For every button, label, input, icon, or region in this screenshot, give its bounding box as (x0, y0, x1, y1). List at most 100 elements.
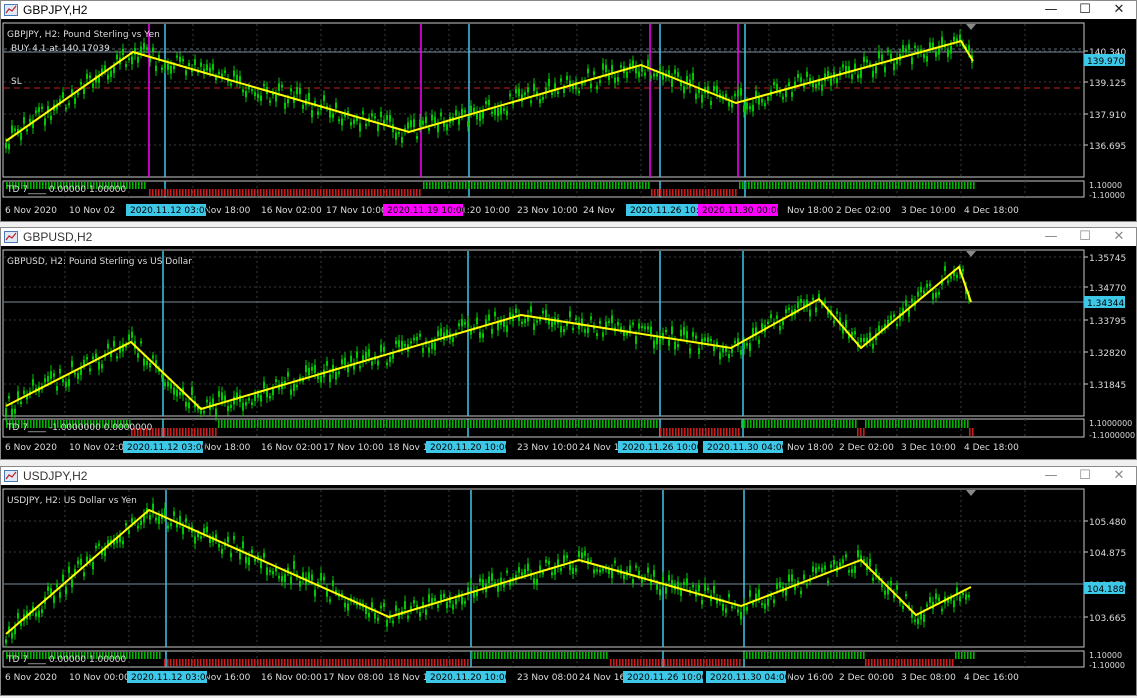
indicator-bar-down (649, 659, 651, 666)
indicator-bar-up (778, 182, 780, 189)
candle-body (311, 110, 313, 118)
titlebar[interactable]: GBPJPY,H2 — ☐ ✕ (1, 1, 1136, 19)
close-button[interactable]: ✕ (1102, 228, 1136, 246)
indicator-bar-up (629, 420, 631, 428)
candle-body (683, 86, 685, 94)
indicator-bar-down (176, 428, 178, 436)
candle-body (5, 408, 7, 416)
candle-body (638, 71, 640, 78)
indicator-bar-up (144, 182, 146, 189)
candle-body (542, 310, 544, 314)
indicator-bar-up (428, 420, 430, 428)
price-tick-label: 139.125 (1089, 79, 1126, 89)
indicator-bar-down (308, 189, 310, 196)
indicator-bar-up (144, 652, 146, 659)
indicator-bar-up (744, 420, 746, 428)
indicator-bar-down (254, 659, 256, 666)
indicator-bar-down (699, 189, 701, 196)
time-axis-label: 10 Nov 02:00 (69, 443, 130, 453)
candle-body (173, 65, 175, 70)
candle-body (92, 356, 94, 360)
indicator-bar-down (281, 189, 283, 196)
minimize-button[interactable]: — (1034, 467, 1068, 485)
candle-body (380, 344, 382, 352)
close-button[interactable]: ✕ (1102, 1, 1136, 19)
indicator-bar-up (832, 182, 834, 189)
candle-body (545, 309, 547, 318)
candle-body (776, 583, 778, 590)
indicator-bar-up (834, 420, 836, 428)
candle-body (164, 63, 166, 69)
candle-body (647, 326, 649, 330)
indicator-bar-down (275, 189, 277, 196)
candle-body (254, 558, 256, 562)
candle-body (716, 85, 718, 94)
indicator-bar-down (353, 659, 355, 666)
candle-body (203, 528, 205, 534)
candle-body (596, 569, 598, 572)
indicator-bar-up (254, 420, 256, 428)
maximize-button[interactable]: ☐ (1068, 228, 1102, 246)
candle-body (242, 541, 244, 549)
indicator-bar-up (747, 420, 749, 428)
indicator-bar-up (500, 420, 502, 428)
candle-body (83, 88, 85, 95)
indicator-bar-up (967, 182, 969, 189)
titlebar[interactable]: GBPUSD,H2 — ☐ ✕ (1, 228, 1136, 246)
candle-body (713, 85, 715, 91)
indicator-bar-up (892, 420, 894, 428)
indicator-bar-down (326, 189, 328, 196)
price-chart[interactable]: GBPUSD, H2: Pound Sterling vs US Dollar 1… (1, 248, 1136, 459)
maximize-button[interactable]: ☐ (1068, 1, 1102, 19)
indicator-bar-up (796, 182, 798, 189)
indicator-bar-down (860, 428, 862, 436)
candle-body (494, 311, 496, 317)
indicator-bar-up (742, 182, 744, 189)
price-chart[interactable]: SLGBPJPY, H2: Pound Sterling vs YenBUY 4… (1, 21, 1136, 221)
candle-body (881, 54, 883, 61)
candle-body (308, 367, 310, 376)
indicator-bar-up (617, 420, 619, 428)
candle-body (278, 83, 280, 91)
chart-window-gbpjpy[interactable]: GBPJPY,H2 — ☐ ✕ SL GBPJPY, H2: Pound Ster… (0, 0, 1137, 222)
indicator-bar-up (471, 652, 473, 659)
indicator-bar-down (377, 189, 379, 196)
candle-body (77, 373, 79, 380)
indicator-bar-down (690, 428, 692, 436)
candle-body (524, 319, 526, 323)
close-button[interactable]: ✕ (1102, 467, 1136, 485)
price-chart[interactable]: USDJPY, H2: US Dollar vs Yen105.480104.8… (1, 487, 1136, 695)
candle-body (668, 575, 670, 581)
candle-body (599, 569, 601, 573)
maximize-button[interactable]: ☐ (1068, 467, 1102, 485)
indicator-bar-up (868, 182, 870, 189)
candle-body (956, 275, 958, 278)
candle-body (602, 332, 604, 337)
candle-body (434, 342, 436, 350)
indicator-bar-down (874, 659, 876, 666)
chart-window-gbpusd[interactable]: GBPUSD,H2 — ☐ ✕ GBPUSD, H2: Pound Sterli… (0, 227, 1137, 460)
indicator-bar-up (368, 420, 370, 428)
candle-body (872, 577, 874, 581)
titlebar[interactable]: USDJPY,H2 — ☐ ✕ (1, 467, 1136, 485)
minimize-button[interactable]: — (1034, 1, 1068, 19)
time-axis-label: 4 Dec 18:00 (964, 206, 1019, 216)
indicator-bar-down (613, 659, 615, 666)
candle-body (593, 71, 595, 75)
candle-body (665, 329, 667, 333)
minimize-button[interactable]: — (1034, 228, 1068, 246)
time-axis-label: 24 Nov (583, 206, 616, 216)
indicator-bar-up (786, 420, 788, 428)
indicator-bar-up (830, 652, 832, 659)
indicator-bar-up (474, 182, 476, 189)
indicator-bar-down (386, 659, 388, 666)
indicator-bar-up (275, 420, 277, 428)
time-tag-label: 2020.11.19 10:00 (387, 206, 468, 216)
indicator-bar-up (564, 652, 566, 659)
indicator-bar-up (973, 652, 975, 659)
indicator-bar-down (410, 659, 412, 666)
indicator-bar-down (892, 659, 894, 666)
candle-body (329, 374, 331, 383)
candle-body (353, 119, 355, 124)
chart-window-usdjpy[interactable]: USDJPY,H2 — ☐ ✕ USDJPY, H2: US Dollar vs… (0, 466, 1137, 696)
